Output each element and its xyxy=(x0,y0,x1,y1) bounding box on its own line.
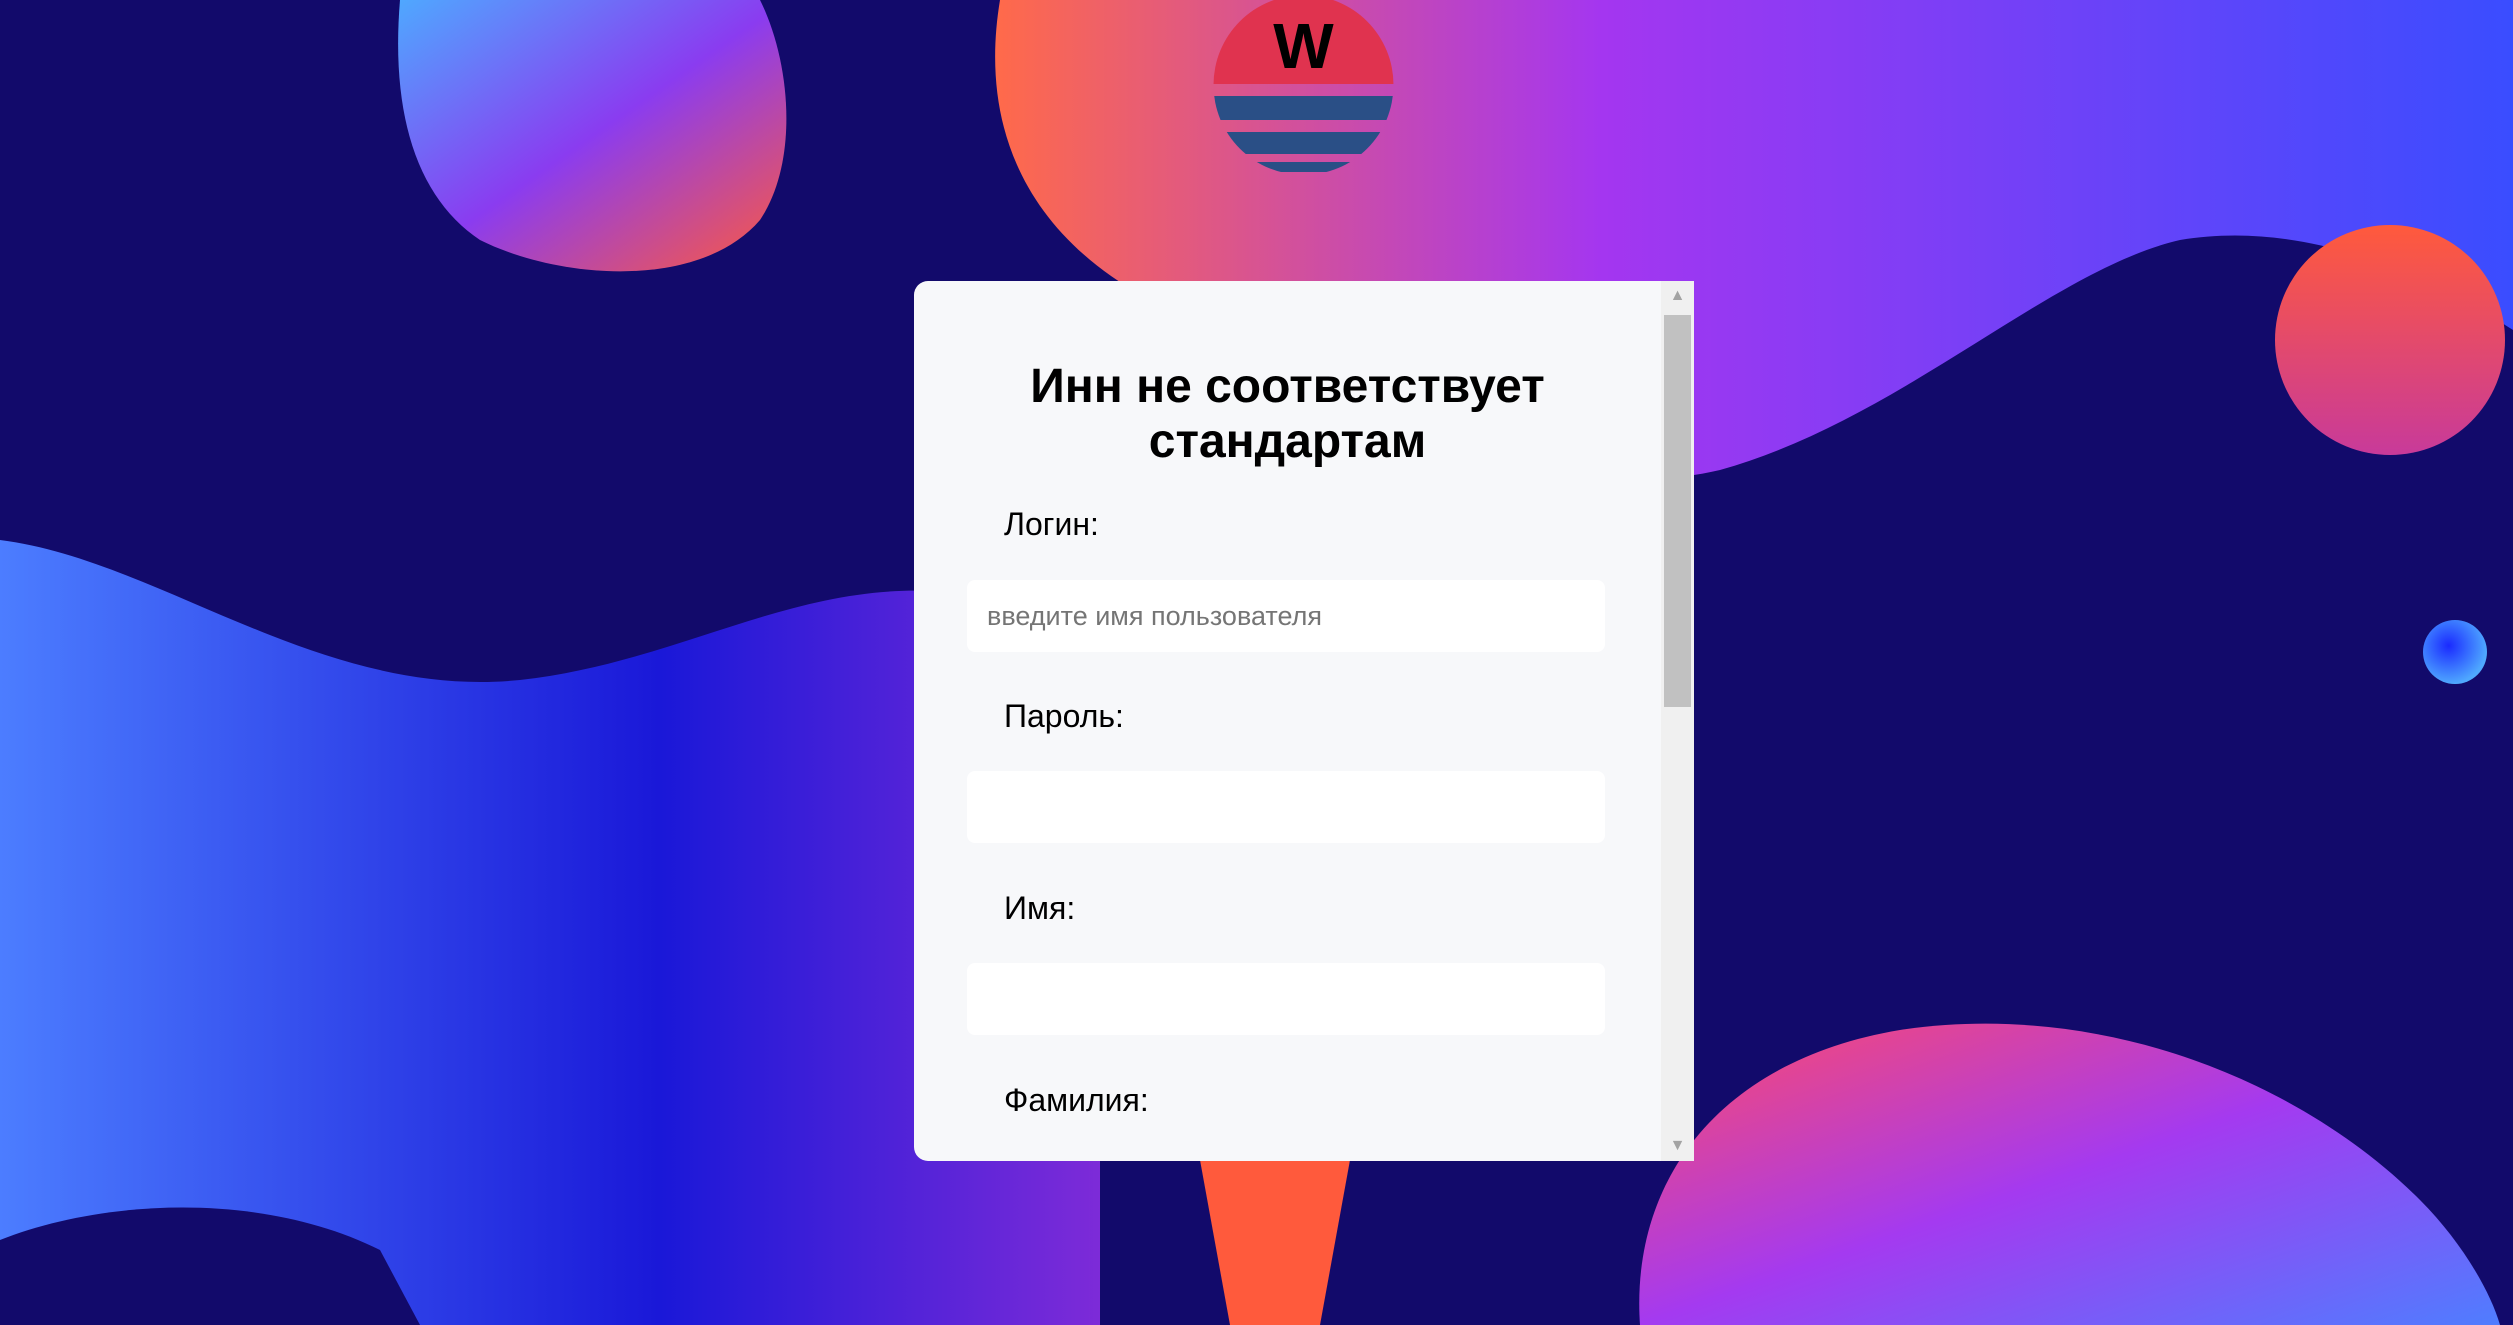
form-content: Инн не соответствует стандартам Логин: П… xyxy=(914,281,1661,1161)
last-name-label: Фамилия: xyxy=(1004,1082,1149,1118)
scroll-up-arrow-icon[interactable]: ▲ xyxy=(1661,281,1694,311)
form-scrollbar[interactable]: ▲ ▼ xyxy=(1661,281,1694,1161)
scroll-down-arrow-icon[interactable]: ▼ xyxy=(1661,1131,1694,1161)
registration-form: Инн не соответствует стандартам Логин: П… xyxy=(914,281,1694,1161)
logo-letter: W xyxy=(1273,10,1334,82)
first-name-input[interactable] xyxy=(967,963,1605,1035)
password-label: Пароль: xyxy=(1004,698,1124,734)
logo-icon: W xyxy=(1213,0,1394,172)
password-input[interactable] xyxy=(967,771,1605,843)
login-label: Логин: xyxy=(1004,506,1099,542)
first-name-label: Имя: xyxy=(1004,890,1076,926)
scrollbar-thumb[interactable] xyxy=(1664,315,1691,707)
brand-logo: W xyxy=(1213,0,1394,176)
form-error-title: Инн не соответствует стандартам xyxy=(1030,360,1545,468)
login-input[interactable] xyxy=(967,580,1605,652)
